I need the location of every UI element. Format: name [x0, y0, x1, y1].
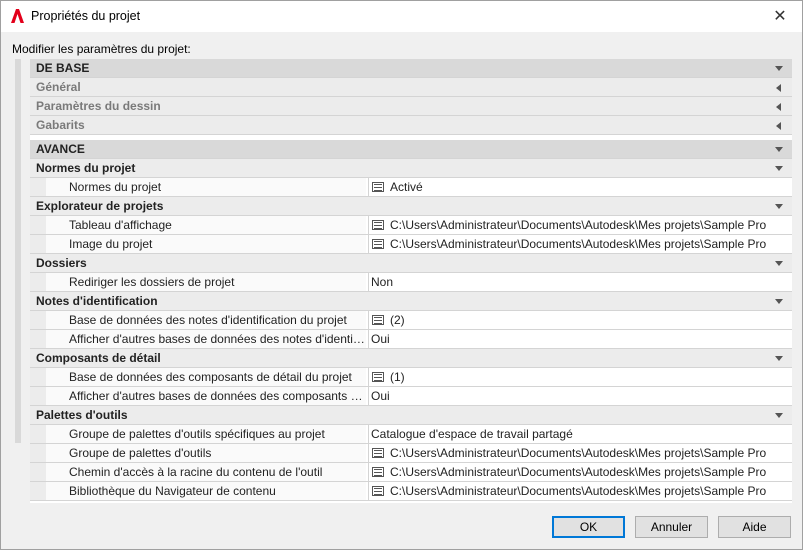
section-basic-item-general[interactable]: Général	[30, 78, 792, 97]
property-name: Rediriger les dossiers de projet	[30, 273, 366, 291]
autocad-logo-icon	[11, 9, 24, 23]
property-value[interactable]: C:\Users\Administrateur\Documents\Autode…	[368, 235, 792, 253]
property-value[interactable]: C:\Users\Administrateur\Documents\Autode…	[368, 444, 792, 462]
property-value[interactable]: C:\Users\Administrateur\Documents\Autode…	[368, 216, 792, 234]
scrollbar-track[interactable]	[15, 59, 21, 443]
property-value[interactable]: Oui	[368, 330, 792, 348]
property-name: Afficher d'autres bases de données des n…	[30, 330, 366, 348]
property-name: Base de données des composants de détail…	[30, 368, 366, 386]
section-gap	[30, 135, 792, 139]
property-row[interactable]: Bibliothèque du Navigateur de contenu C:…	[30, 482, 792, 501]
property-value[interactable]: (2)	[368, 311, 792, 329]
property-value[interactable]: (1)	[368, 368, 792, 386]
list-icon[interactable]	[372, 220, 384, 230]
property-row[interactable]: Base de données des notes d'identificati…	[30, 311, 792, 330]
category-detail-components[interactable]: Composants de détail	[30, 349, 792, 368]
property-name: Normes du projet	[30, 178, 366, 196]
property-name: Bibliothèque du Navigateur de contenu	[30, 482, 366, 500]
list-icon[interactable]	[372, 467, 384, 477]
category-label: Explorateur de projets	[36, 199, 164, 213]
property-row[interactable]: Groupe de palettes d'outils C:\Users\Adm…	[30, 444, 792, 463]
property-row[interactable]: Rediriger les dossiers de projet Non	[30, 273, 792, 292]
collapse-arrow-icon[interactable]	[775, 261, 783, 266]
section-item-label: Général	[36, 80, 81, 94]
property-row[interactable]: Normes du projet Activé	[30, 178, 792, 197]
list-icon[interactable]	[372, 486, 384, 496]
cancel-button[interactable]: Annuler	[635, 516, 708, 538]
list-icon[interactable]	[372, 372, 384, 382]
property-name: Chemin d'accès à la racine du contenu de…	[30, 463, 366, 481]
category-folders[interactable]: Dossiers	[30, 254, 792, 273]
list-icon[interactable]	[372, 239, 384, 249]
category-project-standards[interactable]: Normes du projet	[30, 159, 792, 178]
property-value[interactable]: Catalogue d'espace de travail partagé	[368, 425, 792, 443]
collapse-arrow-icon[interactable]	[775, 147, 783, 152]
property-name: Groupe de palettes d'outils	[30, 444, 366, 462]
category-project-explorer[interactable]: Explorateur de projets	[30, 197, 792, 216]
collapse-arrow-icon[interactable]	[775, 166, 783, 171]
category-keynotes[interactable]: Notes d'identification	[30, 292, 792, 311]
section-basic-item-templates[interactable]: Gabarits	[30, 116, 792, 135]
category-label: Normes du projet	[36, 161, 136, 175]
section-basic-item-drawing-params[interactable]: Paramètres du dessin	[30, 97, 792, 116]
section-basic-header[interactable]: DE BASE	[30, 59, 792, 78]
property-row[interactable]: Tableau d'affichage C:\Users\Administrat…	[30, 216, 792, 235]
property-name: Afficher d'autres bases de données des c…	[30, 387, 366, 405]
project-properties-dialog: Propriétés du projet ✕ Modifier les para…	[0, 0, 803, 550]
property-row[interactable]: Chemin d'accès à la racine du contenu de…	[30, 463, 792, 482]
category-label: Dossiers	[36, 256, 87, 270]
section-item-label: Gabarits	[36, 118, 85, 132]
expand-arrow-icon[interactable]	[776, 84, 781, 92]
prompt-label: Modifier les paramètres du projet:	[12, 42, 191, 56]
section-advanced-header[interactable]: AVANCE	[30, 140, 792, 159]
property-value[interactable]: Non	[368, 273, 792, 291]
property-row[interactable]: Afficher d'autres bases de données des c…	[30, 387, 792, 406]
property-row[interactable]: Groupe de palettes d'outils spécifiques …	[30, 425, 792, 444]
list-icon[interactable]	[372, 315, 384, 325]
collapse-arrow-icon[interactable]	[775, 66, 783, 71]
property-name: Groupe de palettes d'outils spécifiques …	[30, 425, 366, 443]
property-row[interactable]: Base de données des composants de détail…	[30, 368, 792, 387]
help-button[interactable]: Aide	[718, 516, 791, 538]
list-icon[interactable]	[372, 182, 384, 192]
ok-button[interactable]: OK	[552, 516, 625, 538]
property-grid: DE BASE Général Paramètres du dessin Gab…	[30, 59, 792, 503]
list-icon[interactable]	[372, 448, 384, 458]
category-tool-palettes[interactable]: Palettes d'outils	[30, 406, 792, 425]
section-advanced-label: AVANCE	[36, 142, 85, 156]
collapse-arrow-icon[interactable]	[775, 356, 783, 361]
collapse-arrow-icon[interactable]	[775, 204, 783, 209]
window-title: Propriétés du projet	[31, 9, 141, 23]
collapse-arrow-icon[interactable]	[775, 299, 783, 304]
collapse-arrow-icon[interactable]	[775, 413, 783, 418]
property-name: Image du projet	[30, 235, 366, 253]
property-row[interactable]: Afficher d'autres bases de données des n…	[30, 330, 792, 349]
property-row[interactable]: Image du projet C:\Users\Administrateur\…	[30, 235, 792, 254]
category-label: Composants de détail	[36, 351, 161, 365]
close-icon[interactable]: ✕	[758, 1, 802, 32]
title-bar: Propriétés du projet ✕	[1, 1, 802, 32]
property-value[interactable]: C:\Users\Administrateur\Documents\Autode…	[368, 482, 792, 500]
property-value[interactable]: Oui	[368, 387, 792, 405]
expand-arrow-icon[interactable]	[776, 122, 781, 130]
section-item-label: Paramètres du dessin	[36, 99, 161, 113]
section-basic-label: DE BASE	[36, 61, 90, 75]
property-value[interactable]: Activé	[368, 178, 792, 196]
category-label: Palettes d'outils	[36, 408, 128, 422]
property-name: Base de données des notes d'identificati…	[30, 311, 366, 329]
property-name: Tableau d'affichage	[30, 216, 366, 234]
category-label: Notes d'identification	[36, 294, 158, 308]
expand-arrow-icon[interactable]	[776, 103, 781, 111]
property-value[interactable]: C:\Users\Administrateur\Documents\Autode…	[368, 463, 792, 481]
